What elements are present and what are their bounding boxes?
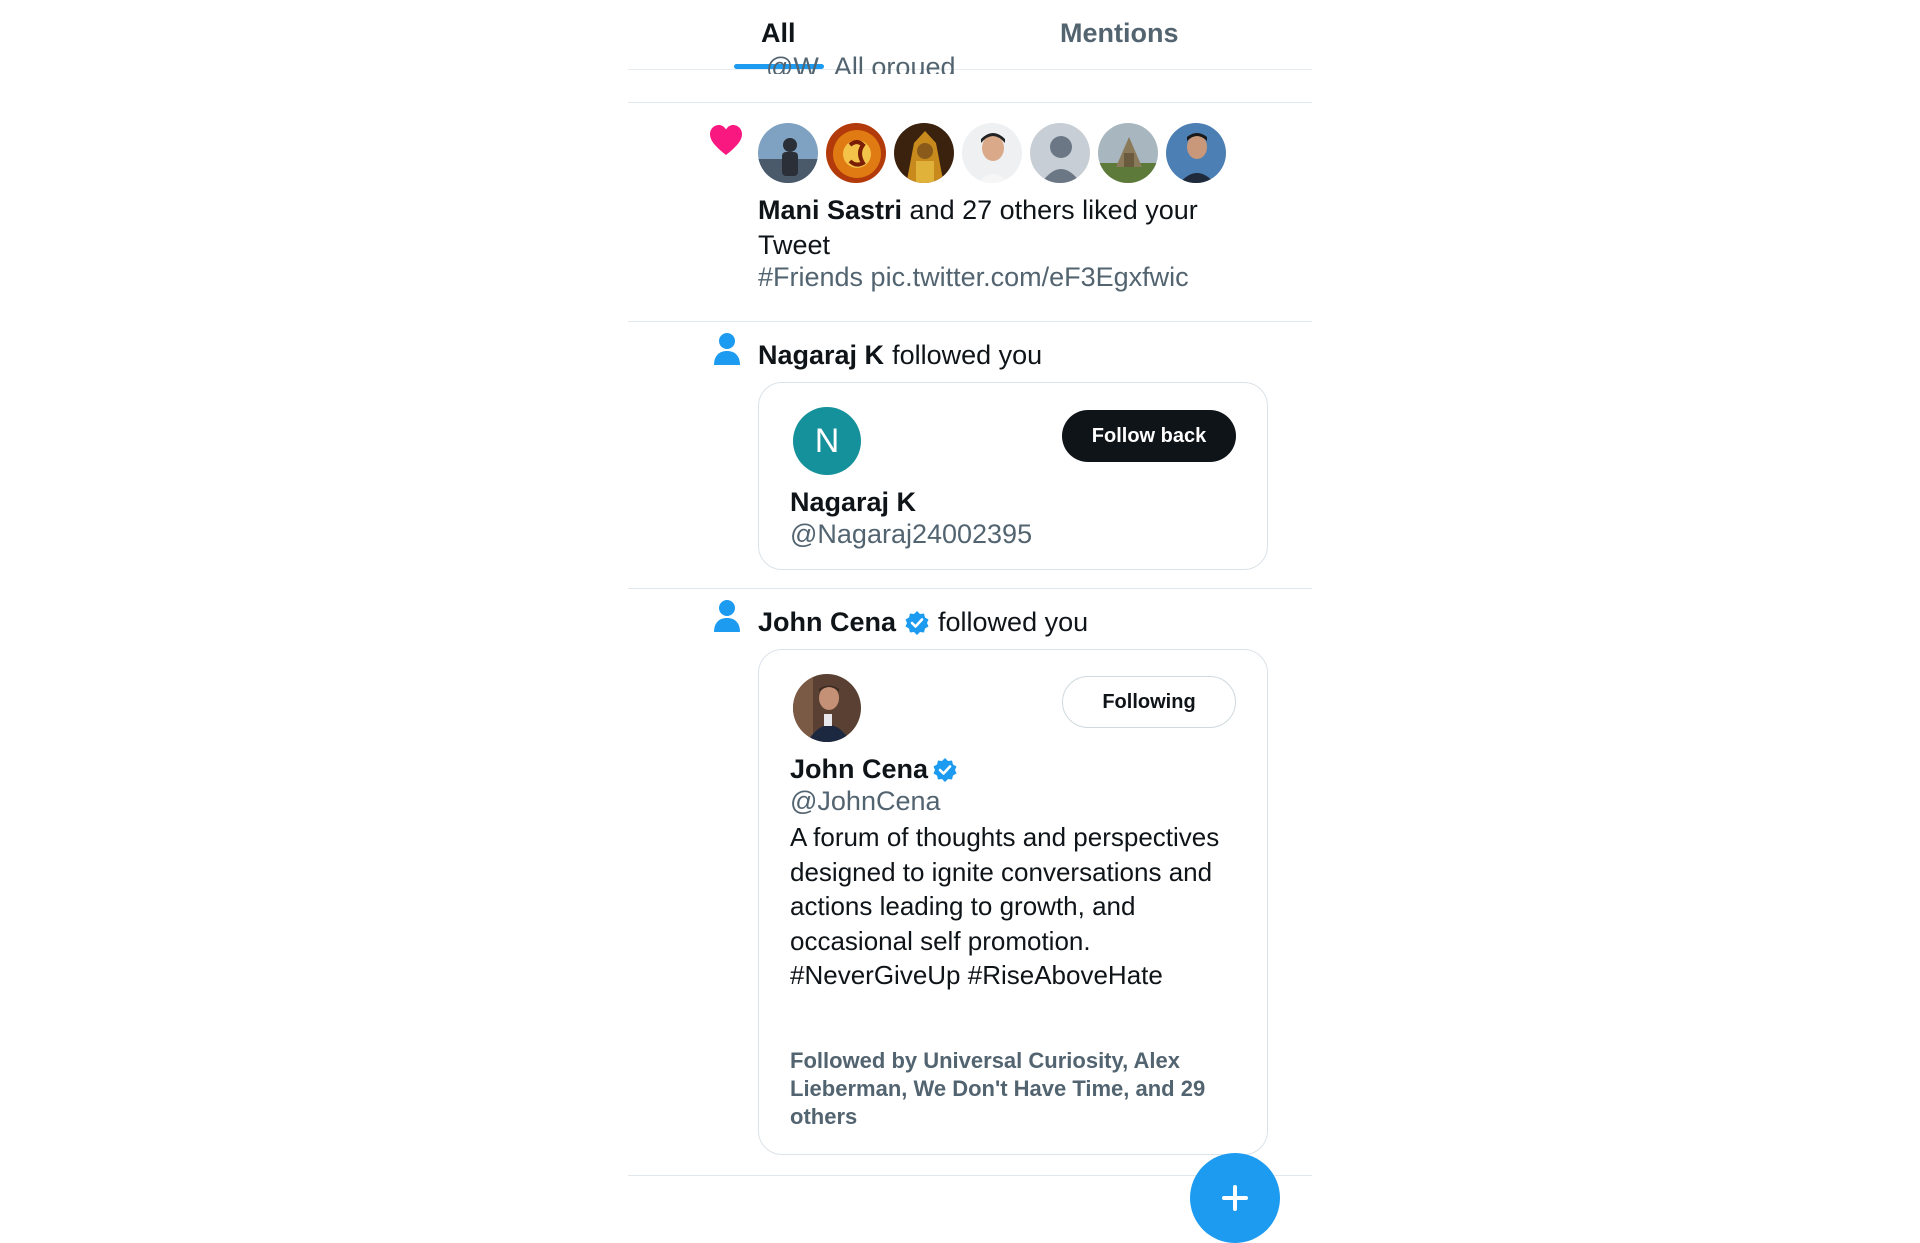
avatar[interactable] [1029,122,1091,184]
user-card[interactable]: Following John Cena @JohnCena A forum of… [758,649,1268,1155]
followed-by-text[interactable]: Followed by Universal Curiosity, Alex Li… [790,1047,1230,1131]
follower-name[interactable]: John Cena [758,607,896,638]
following-button[interactable]: Following [1062,676,1236,728]
avatar[interactable] [1165,122,1227,184]
card-user-handle[interactable]: @JohnCena [790,786,941,817]
notification-tabs: All Mentions [628,0,1312,70]
tab-mentions[interactable]: Mentions [1060,18,1179,49]
card-user-bio: A forum of thoughts and perspectives des… [790,822,1220,990]
follower-name[interactable]: Nagaraj K [758,340,884,371]
previous-notification-text: @W_All oroued [766,54,956,74]
follow-notification-text: John Cena followed you [758,607,1088,638]
liker-name[interactable]: Mani Sastri [758,195,902,225]
person-icon [714,600,740,632]
compose-fab-button[interactable] [1190,1153,1280,1243]
card-user-name-row: John Cena [790,754,958,785]
plus-icon [1222,1185,1248,1211]
verified-badge-icon [905,610,929,635]
avatar[interactable] [893,122,955,184]
user-card[interactable]: N Follow back Nagaraj K @Nagaraj24002395 [758,382,1268,570]
avatar[interactable]: N [793,407,861,475]
avatar[interactable] [793,674,861,742]
tab-all[interactable]: All [761,18,796,49]
avatar[interactable] [1097,122,1159,184]
like-notification-text: Mani Sastri and 27 others liked your Twe… [758,193,1228,263]
follow-notification-text: Nagaraj K followed you [758,340,1042,371]
follow-back-button[interactable]: Follow back [1062,410,1236,462]
avatar[interactable] [961,122,1023,184]
heart-icon [710,125,742,155]
avatar[interactable] [825,122,887,184]
follow-message: followed you [938,607,1089,637]
follow-message: followed you [892,340,1043,370]
person-icon [714,333,740,365]
avatar[interactable] [757,122,819,184]
notifications-column: All Mentions @W_All oroued Mani Sastri a… [628,0,1312,1200]
divider [628,588,1312,589]
liked-tweet-preview[interactable]: #Friends pic.twitter.com/eF3Egxfwic [758,262,1189,293]
divider [628,102,1312,103]
card-user-name[interactable]: John Cena [790,754,928,785]
verified-badge-icon [933,757,957,782]
card-user-name[interactable]: Nagaraj K [790,487,916,518]
card-user-handle[interactable]: @Nagaraj24002395 [790,519,1032,550]
divider [628,321,1312,322]
